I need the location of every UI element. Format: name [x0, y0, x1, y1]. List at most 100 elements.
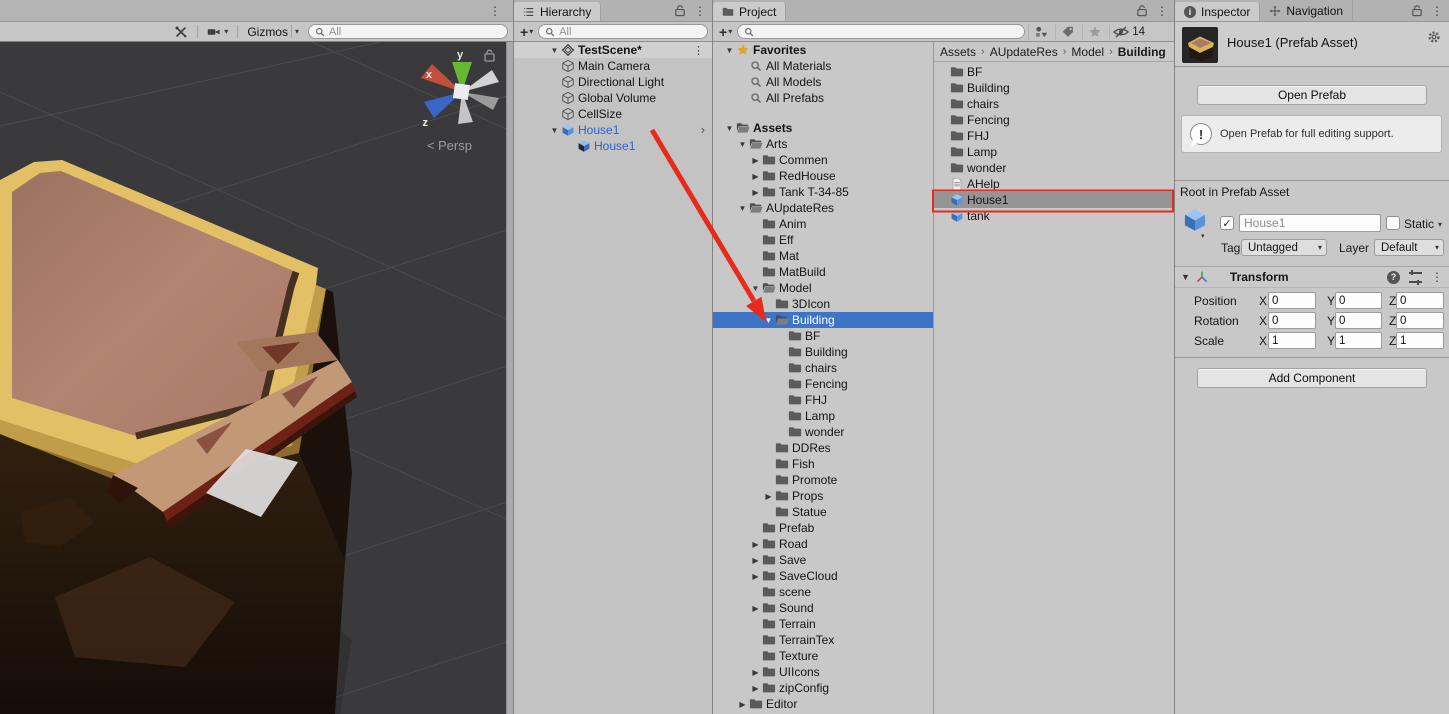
project-tree-row[interactable]: ▼ Favorites — [713, 42, 933, 58]
help-icon[interactable]: ? — [1387, 270, 1400, 284]
static-checkbox[interactable] — [1386, 216, 1400, 230]
hierarchy-item[interactable]: Directional Light — [514, 74, 712, 90]
kebab-menu-icon[interactable]: ⋮ — [1431, 271, 1443, 283]
create-button[interactable]: + ▾ — [717, 24, 734, 40]
foldout-arrow-icon[interactable]: ▶ — [749, 684, 762, 693]
project-tree-row[interactable]: ▶ RedHouse — [713, 168, 933, 184]
hierarchy-search-field[interactable] — [538, 24, 708, 39]
tab-inspector[interactable]: i Inspector — [1175, 2, 1261, 21]
project-tree-row[interactable]: Terrain — [713, 616, 933, 632]
project-file-row[interactable]: House1 — [934, 192, 1174, 208]
project-tree-row[interactable]: ▶ Editor — [713, 696, 933, 712]
foldout-arrow-icon[interactable]: ▼ — [548, 126, 561, 135]
project-tree-row[interactable]: ▶ Save — [713, 552, 933, 568]
project-tree-row[interactable]: BF — [713, 328, 933, 344]
hidden-items-toggle[interactable]: 14 — [1109, 24, 1149, 39]
create-button[interactable]: + ▾ — [518, 24, 535, 40]
project-tree-row[interactable]: ▶ Commen — [713, 152, 933, 168]
project-tree-row[interactable]: Prefab — [713, 520, 933, 536]
foldout-arrow-icon[interactable]: ▶ — [736, 700, 749, 709]
project-tree-row[interactable]: Texture — [713, 648, 933, 664]
lock-icon[interactable] — [1411, 4, 1423, 17]
foldout-arrow-icon[interactable]: ▼ — [723, 46, 736, 55]
lock-icon[interactable] — [674, 4, 686, 17]
project-file-row[interactable]: chairs — [934, 96, 1174, 112]
gizmo-center-cube[interactable] — [452, 83, 470, 101]
house-model[interactable] — [0, 160, 357, 714]
hierarchy-item[interactable]: Main Camera — [514, 58, 712, 74]
project-tree-row[interactable]: scene — [713, 584, 933, 600]
foldout-arrow-icon[interactable]: ▼ — [736, 140, 749, 149]
project-file-row[interactable]: AHelp — [934, 176, 1174, 192]
prefab-open-chevron-icon[interactable]: › — [701, 122, 705, 137]
project-tree-row[interactable]: All Models — [713, 74, 933, 90]
hierarchy-item[interactable]: CellSize — [514, 106, 712, 122]
camera-settings-button[interactable]: ▾ — [202, 24, 233, 40]
tab-hierarchy[interactable]: Hierarchy — [514, 2, 602, 21]
gizmos-dropdown[interactable]: Gizmos ▾ — [242, 24, 304, 40]
project-tree-row[interactable]: chairs — [713, 360, 933, 376]
foldout-arrow-icon[interactable]: ▶ — [749, 604, 762, 613]
foldout-arrow-icon[interactable]: ▼ — [1181, 272, 1190, 282]
project-tree-row[interactable]: All Prefabs — [713, 90, 933, 106]
project-tree-row[interactable]: Lamp — [713, 408, 933, 424]
kebab-menu-icon[interactable]: ⋮ — [1431, 5, 1443, 17]
foldout-arrow-icon[interactable]: ▶ — [749, 668, 762, 677]
project-tree-row[interactable]: ▶ Road — [713, 536, 933, 552]
hierarchy-item[interactable]: House1 — [514, 138, 712, 154]
transform-component-header[interactable]: ▼ Transform ? ⋮ — [1175, 266, 1449, 288]
open-prefab-button[interactable]: Open Prefab — [1197, 85, 1427, 105]
tag-dropdown[interactable]: Untagged ▾ — [1241, 239, 1327, 256]
y-value-field[interactable] — [1335, 332, 1382, 349]
project-tree-row[interactable]: DDRes — [713, 440, 933, 456]
foldout-arrow-icon[interactable]: ▶ — [749, 188, 762, 197]
project-file-row[interactable]: wonder — [934, 160, 1174, 176]
foldout-arrow-icon[interactable]: ▼ — [723, 124, 736, 133]
hierarchy-item[interactable]: ▼ House1 › — [514, 122, 712, 138]
project-file-row[interactable]: Fencing — [934, 112, 1174, 128]
foldout-arrow-icon[interactable]: ▼ — [762, 316, 775, 325]
foldout-arrow-icon[interactable]: ▶ — [749, 556, 762, 565]
foldout-arrow-icon[interactable]: ▼ — [736, 204, 749, 213]
project-file-row[interactable]: Lamp — [934, 144, 1174, 160]
foldout-arrow-icon[interactable]: ▶ — [762, 492, 775, 501]
project-tree-row[interactable]: ▶ Props — [713, 488, 933, 504]
scene-view[interactable]: y x z < Persp ⋮ ▾ Gizmos ▾ — [0, 0, 513, 714]
project-tree-row[interactable]: FHJ — [713, 392, 933, 408]
tab-project[interactable]: Project — [713, 2, 787, 21]
project-file-row[interactable]: BF — [934, 64, 1174, 80]
project-file-row[interactable]: FHJ — [934, 128, 1174, 144]
foldout-arrow-icon[interactable]: ▶ — [749, 156, 762, 165]
scene-viewport[interactable]: y x z < Persp — [0, 42, 513, 714]
project-file-row[interactable]: Building — [934, 80, 1174, 96]
kebab-menu-icon[interactable]: ⋮ — [489, 5, 501, 17]
hierarchy-scene-row[interactable]: ▼ TestScene* ⋮ — [514, 42, 712, 58]
project-tree-row[interactable]: ▶ Sound — [713, 600, 933, 616]
project-tree-row[interactable]: All Materials — [713, 58, 933, 74]
project-tree-row[interactable]: ▶ Tank T-34-85 — [713, 184, 933, 200]
tab-navigation[interactable]: Navigation — [1260, 0, 1354, 21]
breadcrumb-item[interactable]: Model — [1071, 45, 1104, 59]
scene-search-field[interactable] — [308, 24, 508, 39]
project-search-input[interactable] — [758, 25, 1020, 38]
project-tree-row[interactable]: wonder — [713, 424, 933, 440]
foldout-arrow-icon[interactable]: ▼ — [548, 46, 561, 55]
orientation-gizmo[interactable]: y x z < Persp — [421, 49, 499, 153]
breadcrumb-item[interactable]: Building — [1118, 45, 1166, 59]
project-tree-row[interactable]: MatBuild — [713, 264, 933, 280]
lock-icon[interactable] — [1136, 4, 1148, 17]
project-tree-row[interactable]: 3DIcon — [713, 296, 933, 312]
gameobject-name-field[interactable] — [1239, 214, 1381, 232]
persp-chevron-icon[interactable]: < — [427, 138, 435, 153]
x-value-field[interactable] — [1268, 332, 1316, 349]
persp-label[interactable]: Persp — [438, 138, 472, 153]
project-tree-row[interactable]: ▼ Building — [713, 312, 933, 328]
project-tree-row[interactable]: Mat — [713, 248, 933, 264]
presets-icon[interactable] — [1409, 269, 1422, 285]
gameobject-icon[interactable] — [1182, 207, 1208, 233]
project-file-row[interactable]: tank — [934, 208, 1174, 224]
project-tree-row[interactable]: Fish — [713, 456, 933, 472]
chevron-down-icon[interactable]: ▾ — [1201, 232, 1205, 240]
layer-dropdown[interactable]: Default ▾ — [1374, 239, 1444, 256]
foldout-arrow-icon[interactable]: ▶ — [749, 572, 762, 581]
